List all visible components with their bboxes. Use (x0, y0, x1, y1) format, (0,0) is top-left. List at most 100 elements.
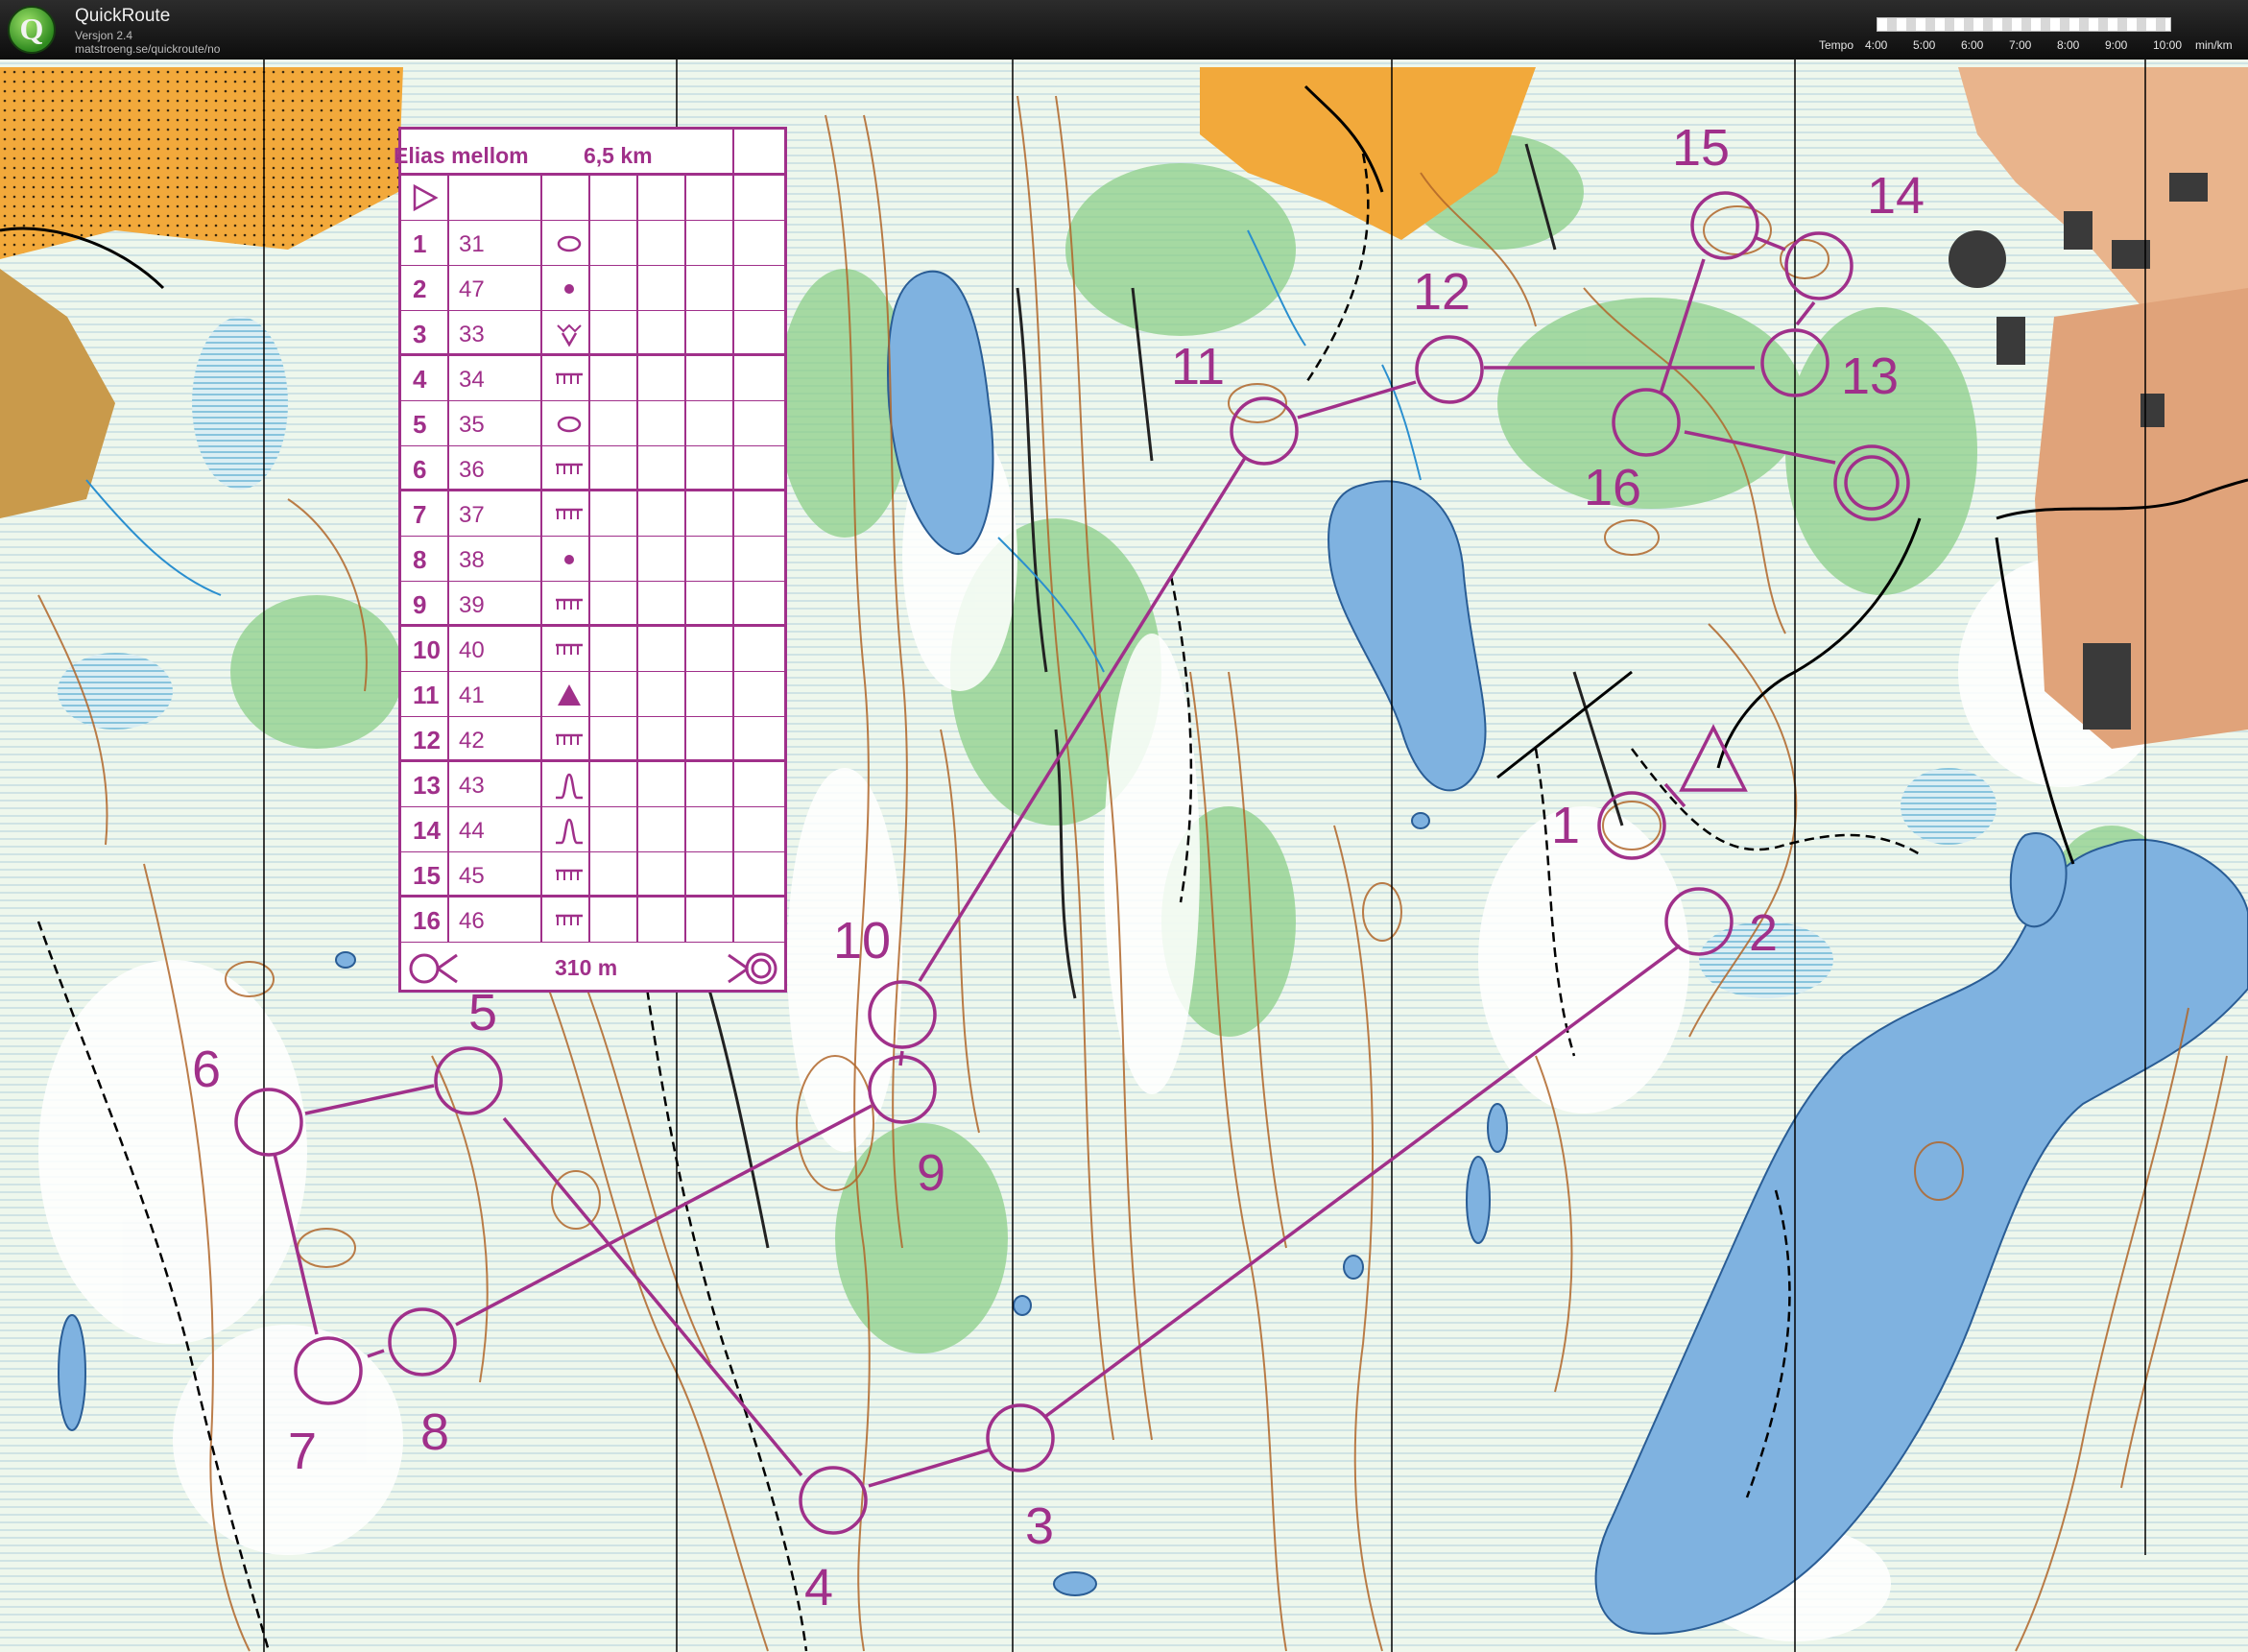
pond (1053, 1571, 1097, 1596)
control-number: 10 (413, 635, 441, 664)
tempo-tick: 9:00 (2105, 38, 2128, 52)
grid-line (636, 176, 638, 943)
control-number: 1 (413, 229, 427, 258)
map-control-number: 9 (917, 1144, 945, 1202)
grid-line (732, 176, 734, 943)
tempo-tick: 4:00 (1865, 38, 1888, 52)
tempo-scale-bar (1877, 17, 2171, 32)
tempo-tick: 8:00 (2057, 38, 2080, 52)
cliff-icon (556, 643, 583, 655)
description-row: 16 46 (401, 898, 784, 943)
description-row: 14 44 (401, 807, 784, 852)
control-code: 43 (459, 773, 485, 799)
cliff-icon (556, 914, 583, 925)
orienteering-map[interactable]: 1 2 3 4 5 6 7 8 9 10 11 12 13 14 15 16 E… (0, 60, 2248, 1652)
map-control-number: 4 (804, 1559, 833, 1616)
map-control-number: 10 (833, 912, 891, 970)
cliff-icon (556, 372, 583, 384)
pond (1343, 1255, 1364, 1280)
description-start-row (401, 176, 784, 221)
description-row: 13 43 (401, 762, 784, 807)
map-control-number: 5 (468, 984, 497, 1041)
quickroute-logo-icon: Q (8, 6, 56, 54)
pond (1013, 1295, 1032, 1316)
course-name: Elias mellom (394, 143, 529, 168)
knoll-icon (556, 818, 583, 845)
control-number: 13 (413, 771, 441, 800)
map-control-number: 15 (1672, 119, 1730, 177)
ellipse-icon (557, 235, 582, 252)
grid-line (588, 176, 590, 943)
finish-double-circle-icon (728, 952, 777, 985)
description-row: 2 47 (401, 266, 784, 311)
ellipse-icon (557, 416, 582, 433)
control-number: 12 (413, 726, 441, 754)
map-control-number: 2 (1749, 904, 1778, 962)
tempo-label: Tempo (1819, 38, 1854, 52)
control-code: 46 (459, 908, 485, 934)
grid-line (684, 176, 686, 943)
description-row: 5 35 (401, 401, 784, 446)
control-number: 14 (413, 816, 441, 845)
map-control-number: 6 (192, 1041, 221, 1098)
map-control-number: 7 (288, 1423, 317, 1480)
description-row: 1 31 (401, 221, 784, 266)
control-number: 6 (413, 455, 427, 484)
description-header: Elias mellom 6,5 km (394, 130, 784, 176)
control-number: 9 (413, 590, 427, 619)
map-control-number: 1 (1551, 797, 1580, 854)
control-code: 45 (459, 863, 485, 889)
tempo-tick: 10:00 (2153, 38, 2183, 52)
control-code: 41 (459, 682, 485, 708)
control-code: 34 (459, 367, 485, 393)
control-number: 2 (413, 275, 427, 303)
map-canvas: 1 2 3 4 5 6 7 8 9 10 11 12 13 14 15 16 (0, 60, 2248, 1652)
triangle-icon (558, 684, 581, 706)
finish-distance: 310 m (555, 955, 618, 980)
grid-line (540, 176, 542, 943)
tempo-tick: 5:00 (1913, 38, 1936, 52)
control-code: 31 (459, 231, 485, 257)
control-code: 40 (459, 637, 485, 663)
control-description-sheet: Elias mellom 6,5 km 1 31 2 47 3 33 4 34 5 35 6 36 7 3… (394, 127, 787, 993)
map-control-number: 8 (420, 1403, 449, 1461)
pond (1411, 812, 1430, 829)
control-number: 4 (413, 365, 427, 394)
tempo-tick: 6:00 (1961, 38, 1984, 52)
description-row: 10 40 (401, 627, 784, 672)
dot-icon (564, 284, 574, 294)
description-finish-row: 310 m (401, 947, 784, 990)
description-row: 6 36 (401, 446, 784, 491)
grid-line (732, 130, 734, 176)
cliff-icon (556, 508, 583, 519)
control-code: 33 (459, 322, 485, 347)
cliff-icon (556, 598, 583, 610)
pond (1487, 1103, 1508, 1153)
control-number: 15 (413, 861, 441, 890)
control-number: 11 (413, 681, 440, 709)
pond (1466, 1156, 1491, 1244)
tempo-tick: 7:00 (2009, 38, 2032, 52)
control-code: 47 (459, 276, 485, 302)
tempo-unit: min/km (2195, 38, 2233, 52)
control-code: 39 (459, 592, 485, 618)
map-control-number: 13 (1841, 347, 1899, 405)
depression-icon (557, 323, 582, 347)
grid-line (447, 176, 449, 943)
app-title: QuickRoute (75, 6, 171, 26)
finish-start-circle-icon (409, 953, 458, 984)
map-control-number: 16 (1584, 459, 1641, 516)
control-code: 35 (459, 412, 485, 438)
description-row: 9 39 (401, 582, 784, 627)
description-row: 8 38 (401, 537, 784, 582)
description-row: 7 37 (401, 491, 784, 537)
control-code: 38 (459, 547, 485, 573)
map-control-number: 11 (1171, 338, 1225, 395)
pond (335, 951, 356, 969)
control-code: 44 (459, 818, 485, 844)
description-row: 3 33 (401, 311, 784, 356)
cliff-icon (556, 733, 583, 745)
course-length: 6,5 km (584, 143, 653, 168)
map-control-number: 3 (1025, 1497, 1054, 1555)
map-control-number: 14 (1867, 167, 1925, 225)
